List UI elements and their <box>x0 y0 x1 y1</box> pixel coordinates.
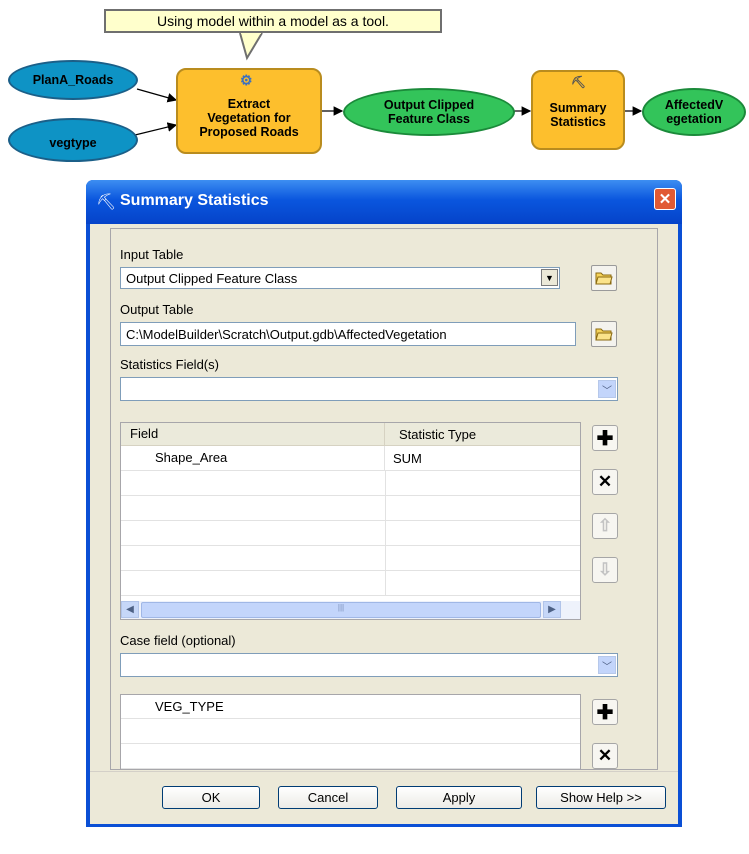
summary-tool-line1: Summary <box>549 101 607 115</box>
table-row-empty[interactable] <box>121 521 580 546</box>
dialog-title: Summary Statistics <box>120 192 269 209</box>
table-row-empty[interactable] <box>121 496 580 521</box>
input-vegtype[interactable]: vegtype <box>8 118 138 162</box>
tool-summary-statistics[interactable]: ⛏ Summary Statistics <box>531 70 625 150</box>
model-tool-label-line3: Proposed Roads <box>199 125 299 139</box>
x-icon: ✕ <box>597 746 613 765</box>
list-item-empty[interactable] <box>121 719 580 744</box>
case-field-label: Case field (optional) <box>120 633 236 648</box>
move-down-button[interactable]: ⇩ <box>592 557 618 583</box>
model-callout: Using model within a model as a tool. <box>104 9 442 33</box>
summary-statistics-dialog: ⛏ Summary Statistics ✕ Input Table Outpu… <box>86 180 682 827</box>
hscroll-thumb[interactable]: ||| <box>141 602 541 618</box>
add-case-field-button[interactable]: ✚ <box>592 699 618 725</box>
chevron-down-icon: ▼ <box>545 272 554 283</box>
scroll-left-button[interactable]: ◀ <box>121 601 139 618</box>
table-row-empty[interactable] <box>121 571 580 596</box>
statistics-grid: Field Statistic Type Shape_Area SUM ◀ ||… <box>120 422 581 620</box>
column-header-field[interactable]: Field <box>121 423 385 445</box>
remove-case-field-button[interactable]: ✕ <box>592 743 618 769</box>
open-folder-icon <box>595 328 613 341</box>
plus-icon: ✚ <box>596 701 614 724</box>
move-up-button[interactable]: ⇧ <box>592 513 618 539</box>
model-diagram: Using model within a model as a tool. Pl… <box>0 0 749 175</box>
output-clipped-feature-class[interactable]: Output Clipped Feature Class <box>343 88 515 136</box>
x-icon: ✕ <box>597 472 613 491</box>
case-field-dropdown-button[interactable]: ﹀ <box>598 656 616 674</box>
input-table-value: Output Clipped Feature Class <box>126 270 298 286</box>
dialog-client: Input Table Output Clipped Feature Class… <box>90 224 678 824</box>
add-statistic-button[interactable]: ✚ <box>592 425 618 451</box>
dialog-button-bar: OK Cancel Apply Show Help >> <box>90 771 678 824</box>
output-table-browse-button[interactable] <box>591 321 617 347</box>
remove-statistic-button[interactable]: ✕ <box>592 469 618 495</box>
close-button[interactable]: ✕ <box>654 188 676 210</box>
input-table-select[interactable]: Output Clipped Feature Class ▼ <box>120 267 560 289</box>
output-clipped-line1: Output Clipped <box>383 98 475 112</box>
hammer-icon: ⛏ <box>571 75 587 89</box>
list-item-empty[interactable] <box>121 744 580 769</box>
arrow-down-icon: ⇩ <box>597 560 613 579</box>
model-tool-icon: ⚙ <box>240 72 253 88</box>
model-tool-extract-vegetation[interactable]: ⚙ Extract Vegetation for Proposed Roads <box>176 68 322 154</box>
scroll-right-button[interactable]: ▶ <box>543 601 561 618</box>
input-table-label: Input Table <box>120 247 184 262</box>
show-help-button[interactable]: Show Help >> <box>536 786 666 809</box>
output-table-field[interactable]: C:\ModelBuilder\Scratch\Output.gdb\Affec… <box>120 322 576 346</box>
table-row-empty[interactable] <box>121 546 580 571</box>
case-field-item[interactable]: VEG_TYPE <box>121 699 224 714</box>
apply-button[interactable]: Apply <box>396 786 522 809</box>
summary-tool-line2: Statistics <box>550 115 606 129</box>
parameters-panel: Input Table Output Clipped Feature Class… <box>110 228 658 770</box>
table-row[interactable]: Shape_Area SUM <box>121 446 580 471</box>
chevron-left-icon: ◀ <box>126 604 134 615</box>
statistics-fields-label: Statistics Field(s) <box>120 357 219 372</box>
model-tool-label-line1: Extract <box>227 97 271 111</box>
affected-vegetation-line2: egetation <box>666 112 722 126</box>
chevron-right-icon: ▶ <box>548 604 556 615</box>
open-folder-icon <box>595 272 613 285</box>
case-field-select[interactable]: ﹀ <box>120 653 618 677</box>
column-header-statistic-type[interactable]: Statistic Type <box>385 427 476 442</box>
chevron-down-icon: ﹀ <box>602 385 612 397</box>
input-table-dropdown-button[interactable]: ▼ <box>541 269 558 286</box>
output-clipped-line2: Feature Class <box>388 112 470 126</box>
input-table-browse-button[interactable] <box>591 265 617 291</box>
cancel-button[interactable]: Cancel <box>278 786 378 809</box>
arrow-up-icon: ⇧ <box>597 516 613 535</box>
list-item[interactable]: VEG_TYPE <box>121 695 580 719</box>
chevron-down-icon: ﹀ <box>602 661 612 673</box>
statistics-fields-dropdown-button[interactable]: ﹀ <box>598 380 616 398</box>
dialog-titlebar[interactable]: ⛏ Summary Statistics ✕ <box>86 180 682 224</box>
case-field-list: VEG_TYPE <box>120 694 581 769</box>
table-row-empty[interactable] <box>121 471 580 496</box>
output-affected-vegetation[interactable]: AffectedV egetation <box>642 88 746 136</box>
close-icon: ✕ <box>658 191 672 208</box>
affected-vegetation-line1: AffectedV <box>664 98 724 112</box>
hammer-icon: ⛏ <box>96 194 117 211</box>
cell-field[interactable]: Shape_Area <box>121 446 385 470</box>
plus-icon: ✚ <box>596 427 614 450</box>
output-table-value: C:\ModelBuilder\Scratch\Output.gdb\Affec… <box>126 326 447 342</box>
output-table-label: Output Table <box>120 302 194 317</box>
statistics-fields-select[interactable]: ﹀ <box>120 377 618 401</box>
cell-statistic-type[interactable]: SUM <box>385 451 422 466</box>
model-tool-label-line2: Vegetation for <box>207 111 291 125</box>
statistics-grid-header: Field Statistic Type <box>121 423 580 446</box>
input-planA-roads[interactable]: PlanA_Roads <box>8 60 138 100</box>
statistics-grid-hscrollbar[interactable]: ◀ ||| ▶ <box>121 601 580 619</box>
ok-button[interactable]: OK <box>162 786 260 809</box>
